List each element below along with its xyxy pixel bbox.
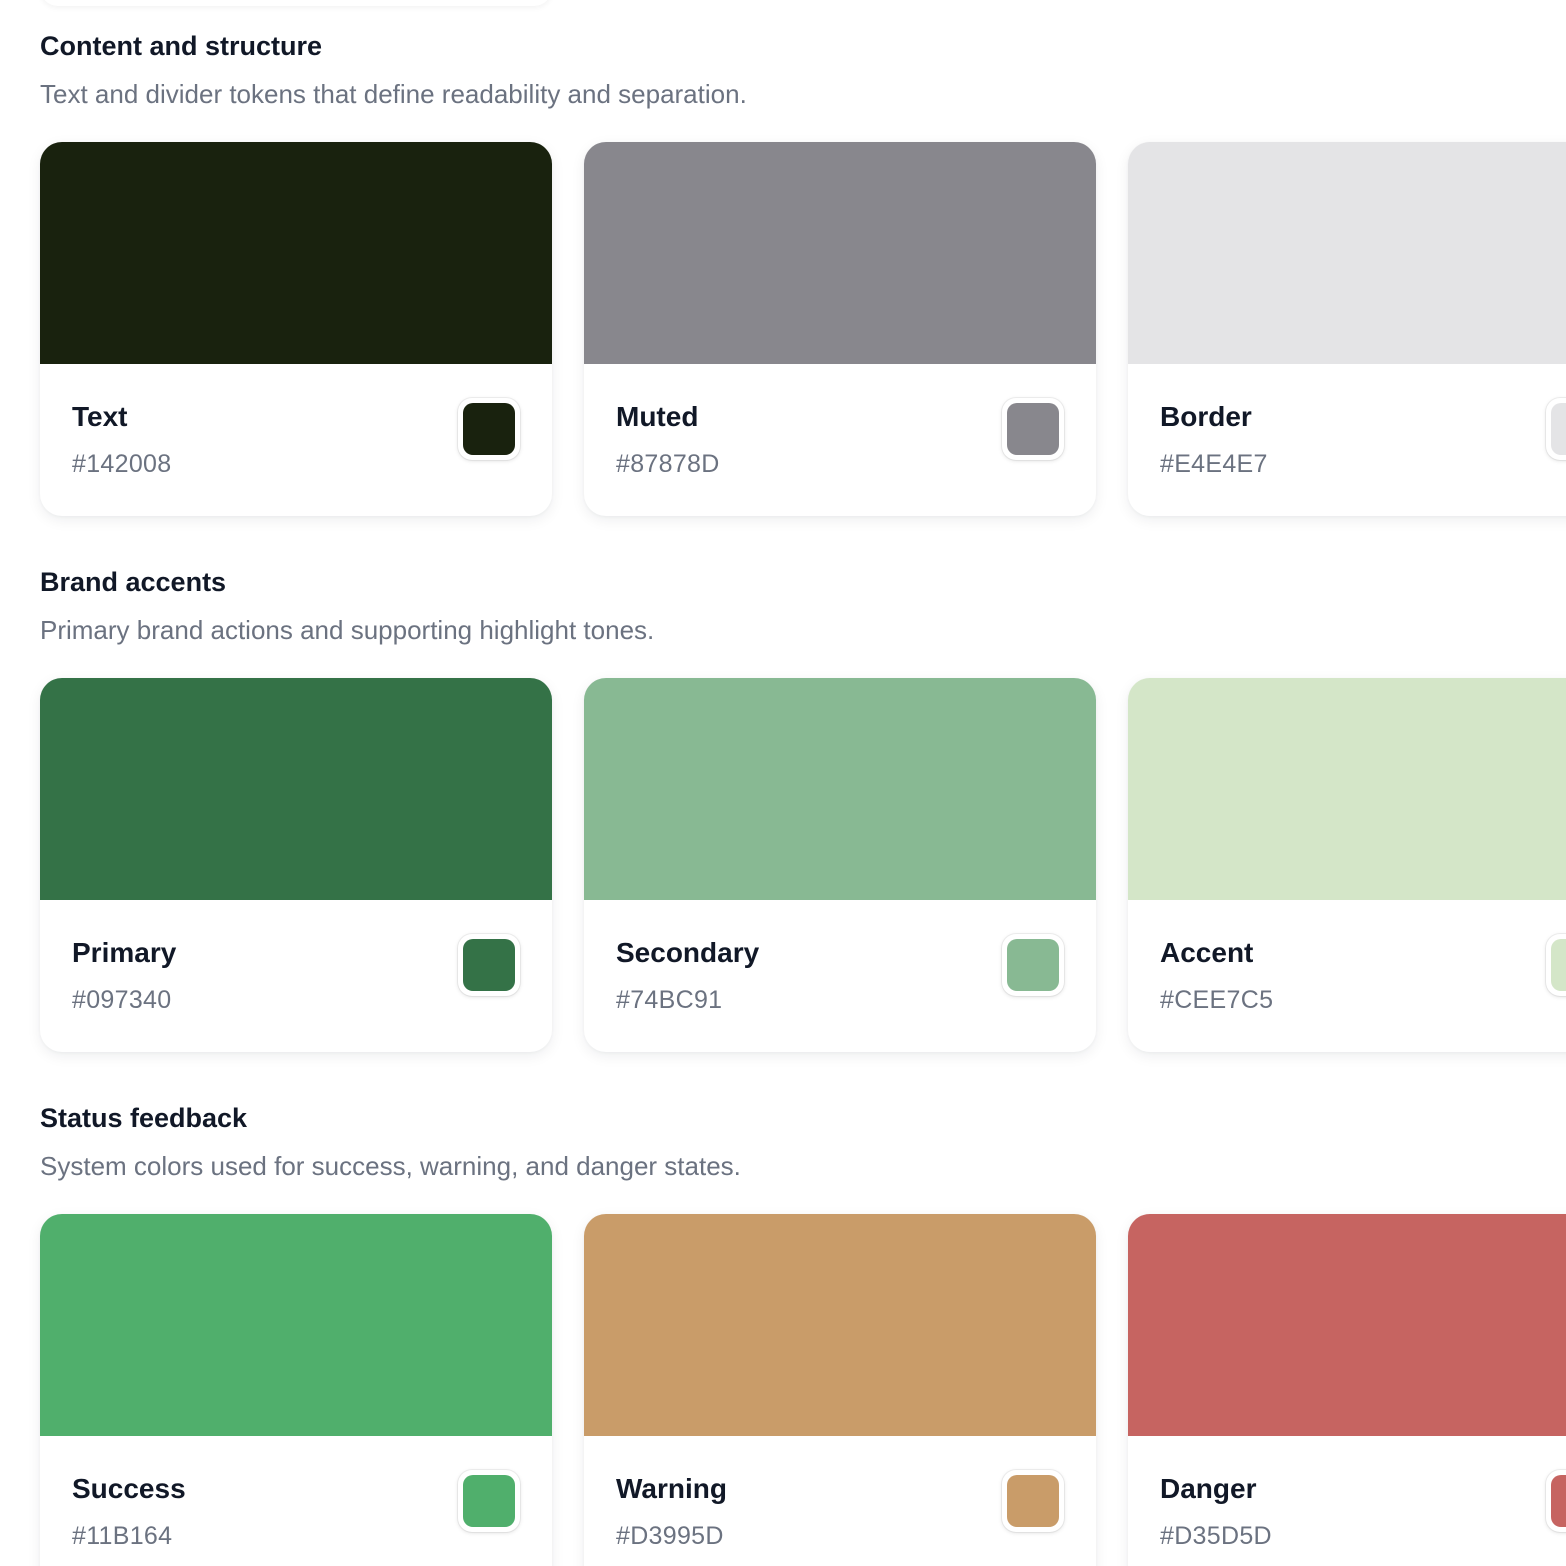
token-card-muted[interactable]: Muted #87878D [584, 142, 1096, 516]
card-body: Text #142008 [40, 364, 552, 516]
color-chip[interactable] [1002, 934, 1064, 996]
color-swatch [1128, 1214, 1566, 1436]
color-chip[interactable] [458, 398, 520, 460]
token-hex[interactable]: #CEE7C5 [1160, 984, 1273, 1016]
token-name: Text [72, 401, 128, 432]
color-chip[interactable] [458, 934, 520, 996]
token-card-warning[interactable]: Warning #D3995D [584, 1214, 1096, 1566]
token-card-primary[interactable]: Primary #097340 [40, 678, 552, 1052]
color-swatch [584, 1214, 1096, 1436]
token-name: Danger [1160, 1473, 1257, 1504]
card-body: Warning #D3995D [584, 1436, 1096, 1566]
color-chip[interactable] [1546, 1470, 1566, 1532]
color-swatch [40, 678, 552, 900]
color-chip-fill [463, 403, 515, 455]
color-chip-fill [463, 939, 515, 991]
card-body: Danger #D35D5D [1128, 1436, 1566, 1566]
token-card-border[interactable]: Border #E4E4E7 [1128, 142, 1566, 516]
token-card-secondary[interactable]: Secondary #74BC91 [584, 678, 1096, 1052]
color-chip-fill [1007, 403, 1059, 455]
previous-card-edge [40, 0, 552, 6]
color-swatch [40, 1214, 552, 1436]
token-card-danger[interactable]: Danger #D35D5D [1128, 1214, 1566, 1566]
color-palette-page: Content and structure Text and divider t… [0, 0, 1566, 1566]
card-body: Accent #CEE7C5 [1128, 900, 1566, 1052]
color-chip-fill [463, 1475, 515, 1527]
section-content-structure: Content and structure Text and divider t… [40, 29, 1566, 516]
token-hex[interactable]: #D35D5D [1160, 1520, 1272, 1552]
section-status-feedback: Status feedback System colors used for s… [40, 1101, 1566, 1566]
color-chip[interactable] [1546, 934, 1566, 996]
color-swatch [40, 142, 552, 364]
color-swatch [1128, 142, 1566, 364]
token-card-success[interactable]: Success #11B164 [40, 1214, 552, 1566]
section-title: Brand accents [40, 567, 227, 597]
section-description: Text and divider tokens that define read… [40, 79, 747, 109]
token-name: Border [1160, 401, 1252, 432]
token-card-row: Success #11B164 Warning #D3995D Danger #… [40, 1214, 1566, 1566]
token-name: Secondary [616, 937, 760, 968]
token-hex[interactable]: #142008 [72, 448, 171, 480]
color-chip-fill [1551, 939, 1566, 991]
token-hex[interactable]: #74BC91 [616, 984, 722, 1016]
color-chip-fill [1551, 1475, 1566, 1527]
color-chip-fill [1007, 939, 1059, 991]
token-card-row: Primary #097340 Secondary #74BC91 Accent… [40, 678, 1566, 1052]
token-hex[interactable]: #D3995D [616, 1520, 724, 1552]
section-title: Content and structure [40, 31, 323, 61]
token-hex[interactable]: #11B164 [72, 1520, 172, 1552]
section-title: Status feedback [40, 1103, 248, 1133]
token-hex[interactable]: #87878D [616, 448, 720, 480]
token-card-accent[interactable]: Accent #CEE7C5 [1128, 678, 1566, 1052]
color-chip[interactable] [1546, 398, 1566, 460]
color-chip[interactable] [1002, 398, 1064, 460]
card-body: Secondary #74BC91 [584, 900, 1096, 1052]
color-swatch [584, 678, 1096, 900]
color-chip[interactable] [458, 1470, 520, 1532]
token-name: Warning [616, 1473, 727, 1504]
section-description: Primary brand actions and supporting hig… [40, 615, 655, 645]
token-name: Accent [1160, 937, 1254, 968]
card-body: Success #11B164 [40, 1436, 552, 1566]
token-card-text[interactable]: Text #142008 [40, 142, 552, 516]
section-brand-accents: Brand accents Primary brand actions and … [40, 565, 1566, 1052]
color-chip-fill [1551, 403, 1566, 455]
card-body: Border #E4E4E7 [1128, 364, 1566, 516]
token-name: Success [72, 1473, 186, 1504]
token-hex[interactable]: #E4E4E7 [1160, 448, 1268, 480]
token-name: Muted [616, 401, 699, 432]
section-description: System colors used for success, warning,… [40, 1151, 741, 1181]
card-body: Muted #87878D [584, 364, 1096, 516]
card-body: Primary #097340 [40, 900, 552, 1052]
token-name: Primary [72, 937, 177, 968]
color-chip-fill [1007, 1475, 1059, 1527]
token-card-row: Text #142008 Muted #87878D Border #E4E4E… [40, 142, 1566, 516]
color-chip[interactable] [1002, 1470, 1064, 1532]
color-swatch [584, 142, 1096, 364]
color-swatch [1128, 678, 1566, 900]
token-hex[interactable]: #097340 [72, 984, 171, 1016]
